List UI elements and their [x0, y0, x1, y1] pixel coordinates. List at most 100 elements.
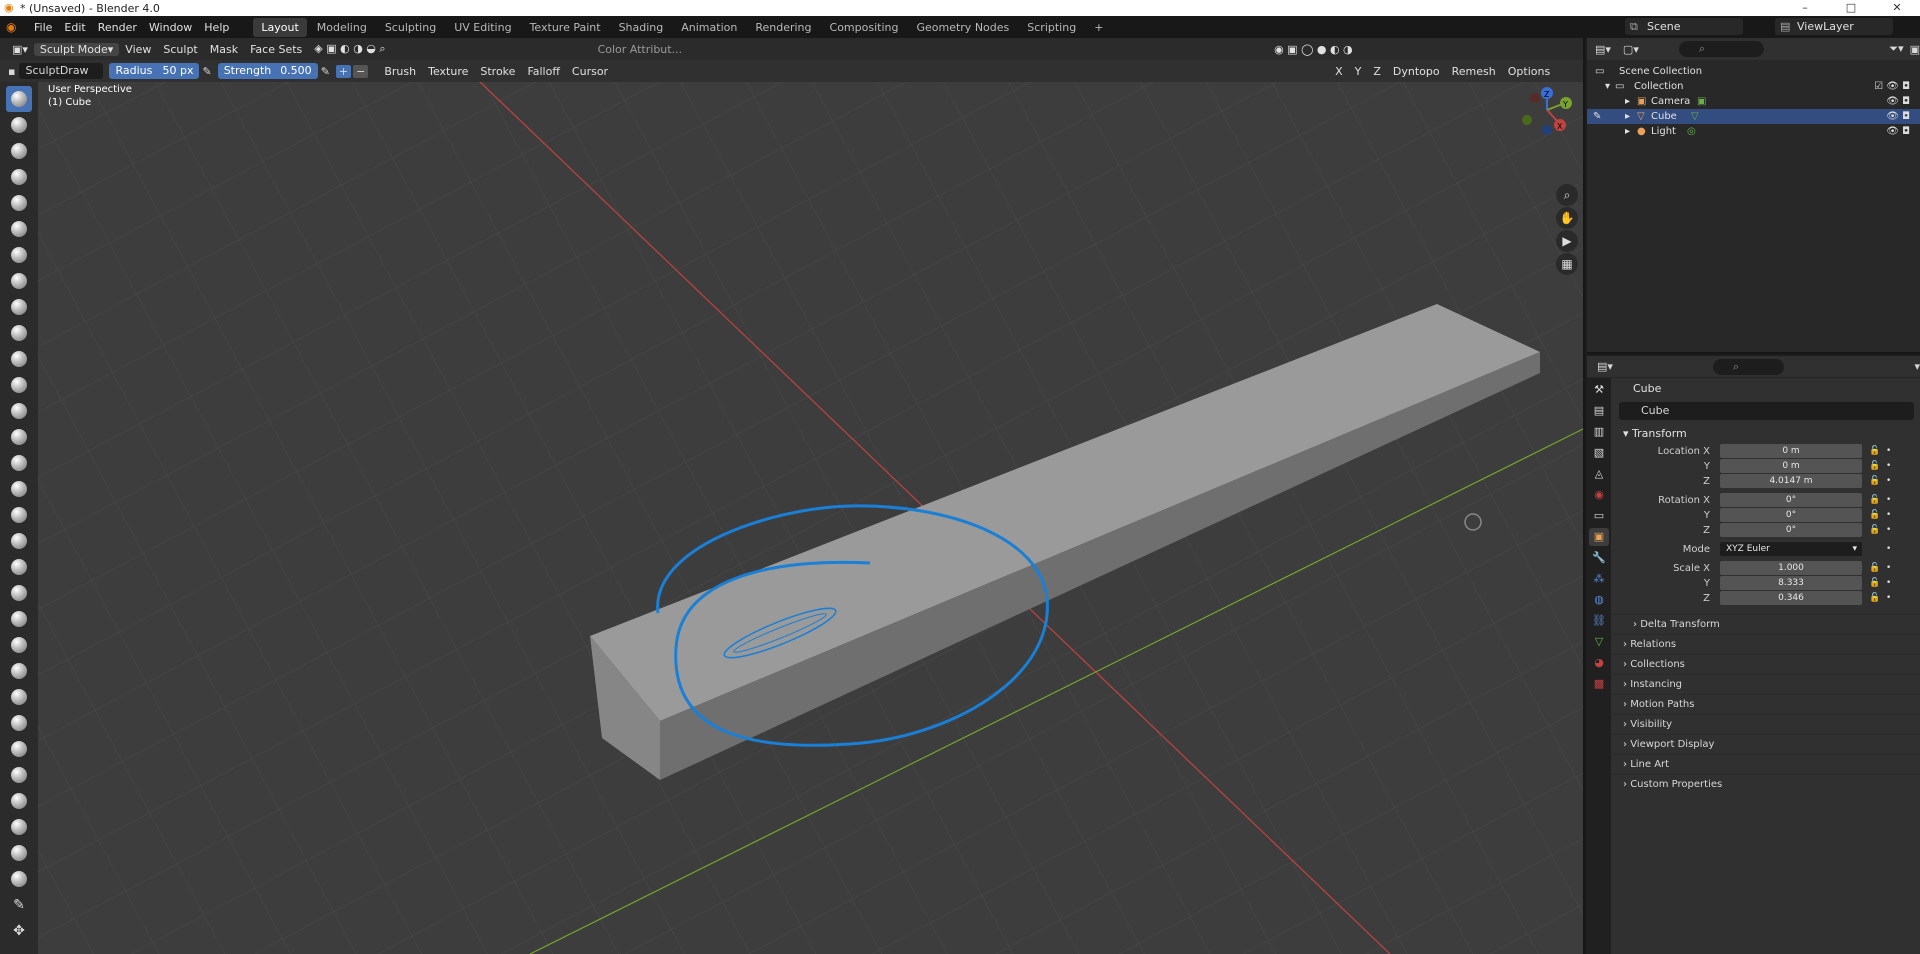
texture-tab-icon[interactable]: ▩ — [1589, 675, 1609, 693]
light-toggles[interactable]: 👁 ◘ — [1886, 124, 1910, 139]
world-tab-icon[interactable]: ◉ — [1589, 486, 1609, 504]
menu-mask[interactable]: Mask — [204, 43, 244, 56]
gizmo-neg-x[interactable] — [1530, 93, 1540, 103]
strength-pen-icon[interactable]: ✎ — [321, 65, 330, 78]
location-y-keyframe-icon[interactable]: • — [1886, 459, 1891, 474]
zoom-icon[interactable]: ⌕ — [1556, 184, 1578, 206]
menu-view[interactable]: View — [119, 43, 157, 56]
stroke-menu[interactable]: Stroke — [474, 65, 521, 78]
radius-pen-icon[interactable]: ✎ — [202, 65, 211, 78]
modifier-tab-icon[interactable]: 🔧 — [1589, 549, 1609, 567]
location-z-keyframe-icon[interactable]: • — [1886, 474, 1891, 489]
tab-shading[interactable]: Shading — [611, 18, 672, 37]
properties-options-icon[interactable]: ▾ — [1914, 360, 1920, 373]
physics-tab-icon[interactable]: ◍ — [1589, 591, 1609, 609]
location-x-keyframe-icon[interactable]: • — [1886, 444, 1891, 459]
rotation-x-field[interactable]: 0° — [1720, 493, 1862, 507]
scene-tab-icon[interactable]: ◬ — [1589, 465, 1609, 483]
tab-sculpting[interactable]: Sculpting — [377, 18, 444, 37]
menu-window[interactable]: Window — [143, 21, 198, 34]
outliner-search-input[interactable]: ⌕ — [1678, 41, 1765, 57]
particles-tab-icon[interactable]: ⁂ — [1589, 570, 1609, 588]
tab-rendering[interactable]: Rendering — [747, 18, 819, 37]
scale-y-field[interactable]: 8.333 — [1720, 576, 1862, 590]
tool-snake-hook[interactable] — [6, 528, 32, 554]
panel-relations[interactable]: › Relations — [1613, 634, 1920, 654]
transform-panel-header[interactable]: ▾ Transform — [1613, 424, 1920, 444]
tool-cloth[interactable] — [6, 710, 32, 736]
rotation-y-lock-icon[interactable]: 🔓 — [1869, 508, 1880, 523]
material-tab-icon[interactable]: ◕ — [1589, 654, 1609, 672]
tool-inflate[interactable] — [6, 242, 32, 268]
menu-file[interactable]: File — [28, 21, 58, 34]
scale-y-lock-icon[interactable]: 🔓 — [1869, 576, 1880, 591]
outliner-editor-icon[interactable]: ▤▾ — [1595, 43, 1611, 56]
scale-z-lock-icon[interactable]: 🔓 — [1869, 591, 1880, 606]
scale-z-field[interactable]: 0.346 — [1720, 591, 1862, 605]
render-tab-icon[interactable]: ▤ — [1589, 402, 1609, 420]
tab-animation[interactable]: Animation — [673, 18, 745, 37]
tool-draw[interactable] — [6, 86, 32, 112]
location-x-lock-icon[interactable]: 🔓 — [1869, 444, 1880, 459]
pan-hand-icon[interactable]: ✋ — [1556, 207, 1578, 229]
panel-motion-paths[interactable]: › Motion Paths — [1613, 694, 1920, 714]
menu-help[interactable]: Help — [198, 21, 235, 34]
tool-layer[interactable] — [6, 216, 32, 242]
tool-box-mask[interactable] — [6, 866, 32, 892]
properties-editor-icon[interactable]: ▤▾ — [1597, 360, 1613, 373]
view-layer-selector[interactable]: ▤ ViewLayer — [1775, 18, 1893, 35]
subtract-direction-icon[interactable]: − — [353, 64, 369, 78]
panel-delta-transform[interactable]: › Delta Transform — [1613, 614, 1920, 634]
view-layer-tab-icon[interactable]: ▧ — [1589, 444, 1609, 462]
falloff-menu[interactable]: Falloff — [521, 65, 565, 78]
camera-expand-icon[interactable]: ▸ — [1625, 94, 1630, 109]
panel-viewport-display[interactable]: › Viewport Display — [1613, 734, 1920, 754]
outliner-display-icon[interactable]: ▢▾ — [1623, 43, 1639, 56]
3d-viewport[interactable]: Z Y X ▣▾ Sculpt Mode ▾ View Sculpt Mask … — [0, 38, 1585, 954]
rotation-z-keyframe-icon[interactable]: • — [1886, 523, 1891, 538]
tool-clay-thumb[interactable] — [6, 190, 32, 216]
strength-field[interactable]: Strength 0.500 — [217, 63, 318, 79]
brush-menu[interactable]: Brush — [378, 65, 422, 78]
tool-boundary[interactable] — [6, 684, 32, 710]
minimize-button[interactable]: – — [1782, 0, 1828, 16]
scale-z-keyframe-icon[interactable]: • — [1886, 591, 1891, 606]
camera-view-icon[interactable]: ▶ — [1556, 230, 1578, 252]
tool-flatten[interactable] — [6, 346, 32, 372]
tab-uv-editing[interactable]: UV Editing — [446, 18, 519, 37]
panel-instancing[interactable]: › Instancing — [1613, 674, 1920, 694]
tool-thumb[interactable] — [6, 554, 32, 580]
outliner-item-light[interactable]: ▸ ● Light ◎ 👁 ◘ — [1587, 124, 1920, 139]
tab-layout[interactable]: Layout — [253, 17, 307, 37]
tab-scripting[interactable]: Scripting — [1019, 18, 1084, 37]
tool-annotate[interactable]: ✎ — [6, 892, 32, 918]
rotation-mode-keyframe-icon[interactable]: • — [1886, 542, 1891, 557]
tool-scrape[interactable] — [6, 398, 32, 424]
tool-draw-face-sets[interactable] — [6, 788, 32, 814]
symmetry-axis-x[interactable]: X — [1329, 65, 1349, 78]
rotation-y-field[interactable]: 0° — [1720, 508, 1862, 522]
tool-clay-strips[interactable] — [6, 164, 32, 190]
panel-collections[interactable]: › Collections — [1613, 654, 1920, 674]
symmetry-axis-y[interactable]: Y — [1349, 65, 1368, 78]
object-tab-icon[interactable]: ▣ — [1589, 528, 1609, 546]
properties-search-input[interactable]: ⌕ — [1712, 358, 1785, 375]
tool-transform[interactable]: ✥ — [6, 918, 32, 944]
add-workspace-icon[interactable]: + — [1086, 18, 1111, 37]
menu-render[interactable]: Render — [92, 21, 143, 34]
cube-expand-icon[interactable]: ▸ — [1625, 109, 1630, 124]
add-direction-icon[interactable]: + — [335, 64, 352, 78]
tool-slide-relax[interactable] — [6, 658, 32, 684]
tool-paint[interactable] — [6, 814, 32, 840]
scale-x-keyframe-icon[interactable]: • — [1886, 561, 1891, 576]
rotation-y-keyframe-icon[interactable]: • — [1886, 508, 1891, 523]
outliner-item-camera[interactable]: ▸ ▣ Camera ▣ 👁 ◘ — [1587, 94, 1920, 109]
maximize-button[interactable]: □ — [1828, 0, 1874, 16]
location-y-lock-icon[interactable]: 🔓 — [1869, 459, 1880, 474]
panel-visibility[interactable]: › Visibility — [1613, 714, 1920, 734]
tool-clay[interactable] — [6, 138, 32, 164]
menu-face-sets[interactable]: Face Sets — [244, 43, 308, 56]
gizmo-neg-y[interactable] — [1522, 115, 1532, 125]
ortho-grid-icon[interactable]: ▦ — [1556, 253, 1578, 275]
tool-blob[interactable] — [6, 268, 32, 294]
